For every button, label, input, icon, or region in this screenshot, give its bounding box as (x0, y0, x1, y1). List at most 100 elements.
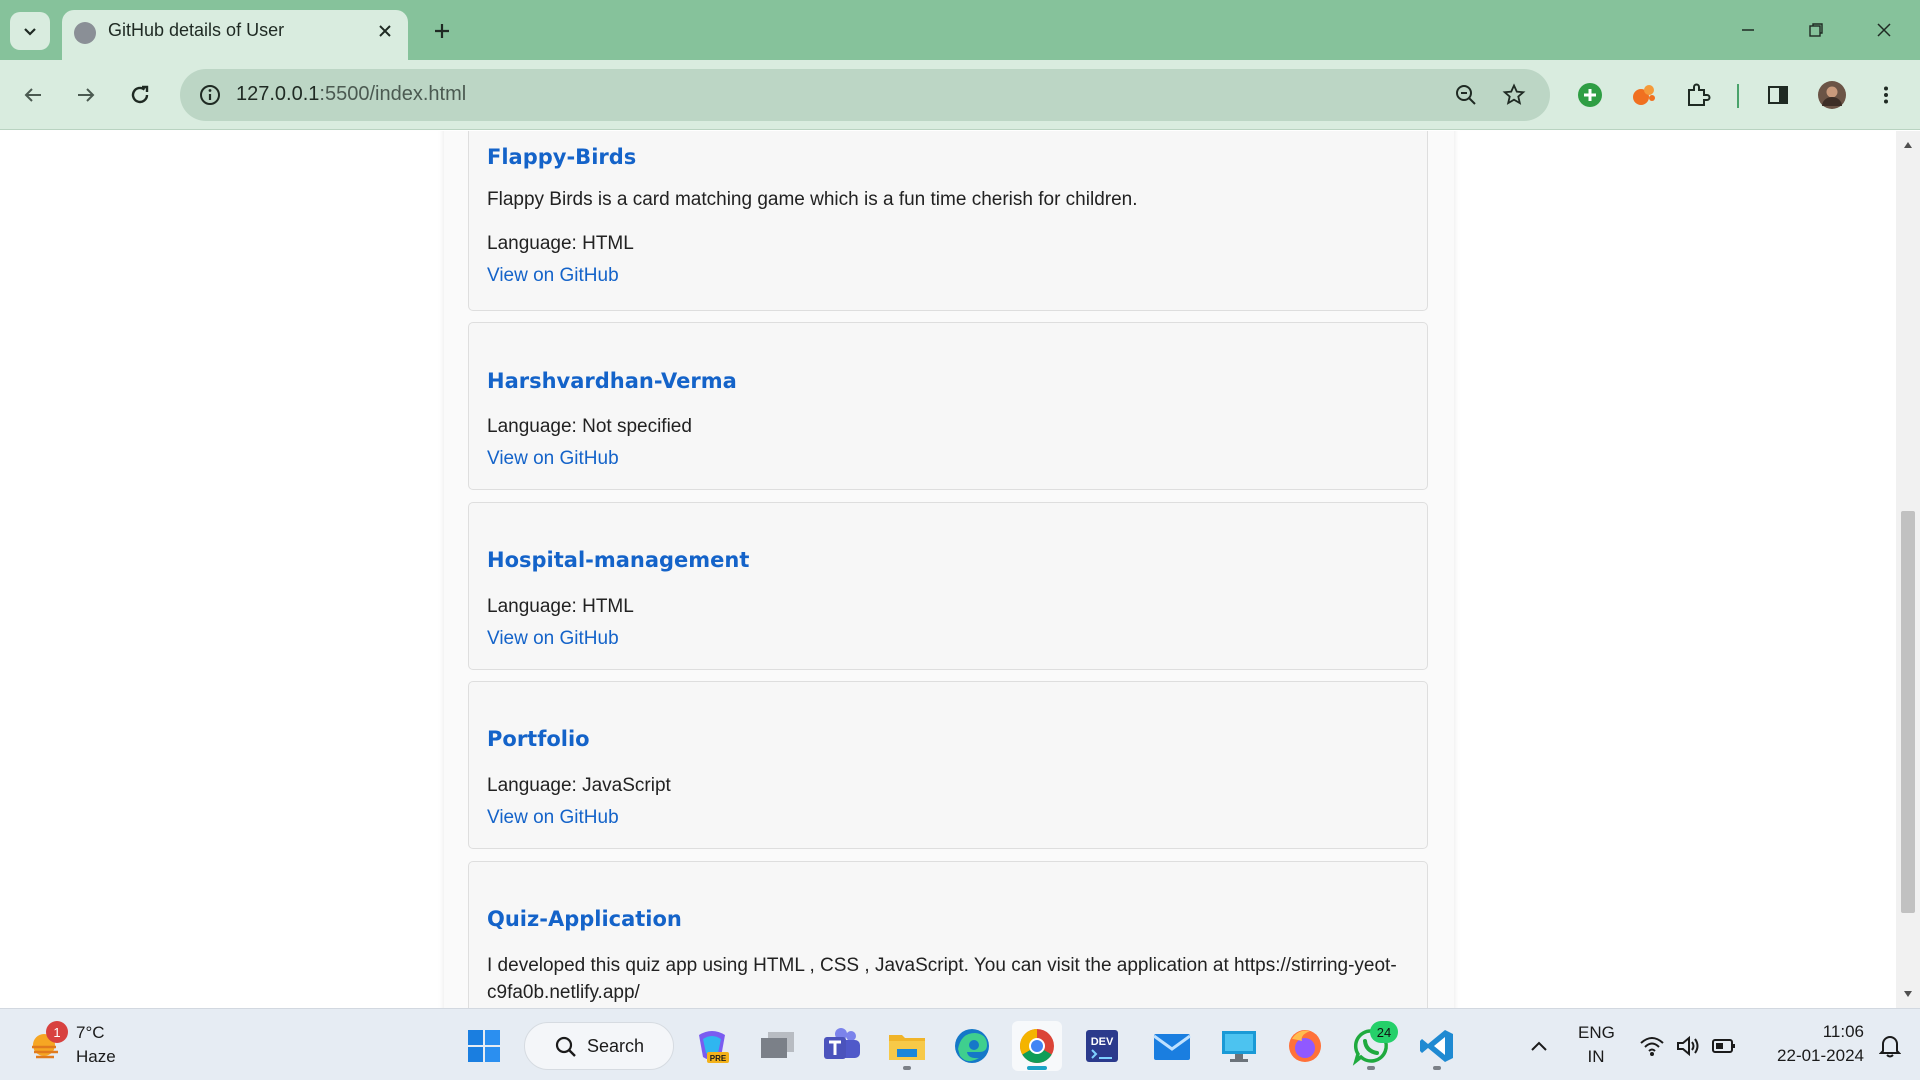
browser-menu-button[interactable] (1864, 73, 1908, 117)
repo-language: Language: Not specified (487, 416, 692, 437)
repo-language: Language: HTML (487, 596, 634, 617)
repo-card: Flappy-Birds Flappy Birds is a card matc… (468, 131, 1428, 311)
start-button[interactable] (459, 1021, 509, 1071)
repo-language: Language: HTML (487, 233, 634, 254)
repo-description: Flappy Birds is a card matching game whi… (487, 189, 1138, 210)
back-button[interactable] (11, 73, 55, 117)
restore-icon (1809, 23, 1823, 37)
extensions-button[interactable] (1676, 73, 1720, 117)
page-viewport: Flappy-Birds Flappy Birds is a card matc… (0, 131, 1896, 1008)
minimize-icon (1742, 29, 1754, 31)
zoom-button[interactable] (1448, 77, 1484, 113)
reload-icon (131, 85, 149, 104)
mail-icon (1153, 1034, 1191, 1060)
repo-card: Portfolio Language: JavaScript View on G… (468, 681, 1428, 849)
reload-button[interactable] (118, 73, 162, 117)
view-on-github-link[interactable]: View on GitHub (487, 807, 619, 829)
show-hidden-icons-button[interactable] (1514, 1021, 1564, 1071)
quick-settings-button[interactable] (1628, 1021, 1748, 1071)
taskbar-teams[interactable] (817, 1021, 867, 1071)
side-panel-button[interactable] (1756, 73, 1800, 117)
close-icon (379, 25, 391, 37)
plus-icon (435, 24, 449, 38)
toolbar-divider (1737, 84, 1739, 108)
task-view-icon (761, 1032, 794, 1058)
vscode-icon (1420, 1030, 1453, 1062)
view-on-github-link[interactable]: View on GitHub (487, 265, 619, 287)
orange-extension-icon (1633, 85, 1655, 105)
side-panel-icon (1768, 86, 1788, 104)
taskbar-whatsapp[interactable]: 24 (1346, 1021, 1398, 1071)
minimize-button[interactable] (1720, 8, 1776, 52)
firefox-icon (1289, 1030, 1321, 1062)
bookmark-button[interactable] (1496, 77, 1532, 113)
tab-close-button[interactable] (372, 18, 398, 44)
taskbar-mail[interactable] (1147, 1021, 1197, 1071)
view-on-github-link[interactable]: View on GitHub (487, 448, 619, 470)
repo-name-link[interactable]: Portfolio (487, 727, 590, 751)
notifications-button[interactable] (1870, 1021, 1910, 1071)
folder-icon (889, 1035, 925, 1060)
triangle-down-icon (1904, 991, 1912, 997)
taskbar-edge[interactable] (947, 1021, 997, 1071)
more-vertical-icon (1884, 86, 1888, 104)
taskbar: 1 7°C Haze Search PRE DEV 24 ENG IN 11:0… (0, 1008, 1920, 1080)
weather-temperature: 7°C (76, 1023, 105, 1042)
new-tab-button[interactable] (422, 12, 462, 50)
repo-list: Flappy-Birds Flappy Birds is a card matc… (444, 131, 1454, 1008)
running-indicator (1367, 1066, 1375, 1070)
browser-tab-active[interactable]: GitHub details of User (62, 10, 408, 62)
address-bar[interactable]: 127.0.0.1:5500/index.html (180, 69, 1550, 121)
language-region: IN (1587, 1047, 1605, 1066)
scroll-up-button[interactable] (1896, 135, 1920, 155)
extension-green-button[interactable] (1568, 73, 1612, 117)
close-window-button[interactable] (1856, 8, 1912, 52)
puzzle-icon (1688, 83, 1711, 106)
weather-badge: 1 (46, 1021, 68, 1043)
volume-icon (1677, 1035, 1699, 1057)
avatar (1818, 81, 1846, 109)
page-scrollbar[interactable] (1896, 131, 1920, 1008)
wifi-icon (1640, 1037, 1664, 1056)
repo-language: Language: JavaScript (487, 775, 671, 796)
triangle-up-icon (1904, 142, 1912, 148)
repo-name-link[interactable]: Harshvardhan-Verma (487, 369, 737, 393)
scrollbar-thumb[interactable] (1901, 511, 1915, 913)
repo-name-link[interactable]: Flappy-Birds (487, 145, 636, 169)
taskbar-file-explorer[interactable] (882, 1021, 932, 1071)
copilot-icon: PRE (699, 1031, 729, 1063)
dev-home-icon: DEV (1086, 1030, 1118, 1062)
taskbar-remote-desktop[interactable] (1214, 1021, 1264, 1071)
taskbar-firefox[interactable] (1280, 1021, 1330, 1071)
taskbar-vscode[interactable] (1412, 1021, 1462, 1071)
restore-button[interactable] (1788, 8, 1844, 52)
site-info-button[interactable] (192, 77, 228, 113)
forward-button[interactable] (64, 73, 108, 117)
profile-button[interactable] (1810, 73, 1854, 117)
browser-titlebar: GitHub details of User (0, 0, 1920, 62)
taskbar-copilot[interactable]: PRE (687, 1021, 737, 1071)
clock-time: 11:06 (1822, 1022, 1864, 1041)
taskbar-dev-home[interactable]: DEV (1077, 1021, 1127, 1071)
arrow-right-icon (78, 88, 95, 102)
view-on-github-link[interactable]: View on GitHub (487, 628, 619, 650)
search-icon (555, 1036, 576, 1057)
repo-description: I developed this quiz app using HTML , C… (487, 955, 1397, 1003)
chrome-icon (1020, 1029, 1054, 1063)
chevron-up-icon (1531, 1041, 1547, 1051)
repo-name-link[interactable]: Hospital-management (487, 548, 749, 572)
taskbar-search[interactable]: Search (524, 1022, 674, 1070)
tab-title: GitHub details of User (108, 20, 285, 40)
language-code: ENG (1578, 1023, 1615, 1042)
extension-orange-button[interactable] (1622, 73, 1666, 117)
taskbar-task-view[interactable] (752, 1021, 802, 1071)
scroll-down-button[interactable] (1896, 984, 1920, 1004)
green-plus-extension-icon (1578, 83, 1602, 107)
edge-icon (955, 1029, 989, 1063)
taskbar-chrome[interactable] (1012, 1021, 1062, 1071)
repo-name-link[interactable]: Quiz-Application (487, 907, 682, 931)
chevron-down-icon (24, 28, 36, 36)
running-indicator (1027, 1066, 1047, 1070)
monitor-icon (1222, 1031, 1256, 1062)
tab-search-button[interactable] (10, 12, 50, 50)
